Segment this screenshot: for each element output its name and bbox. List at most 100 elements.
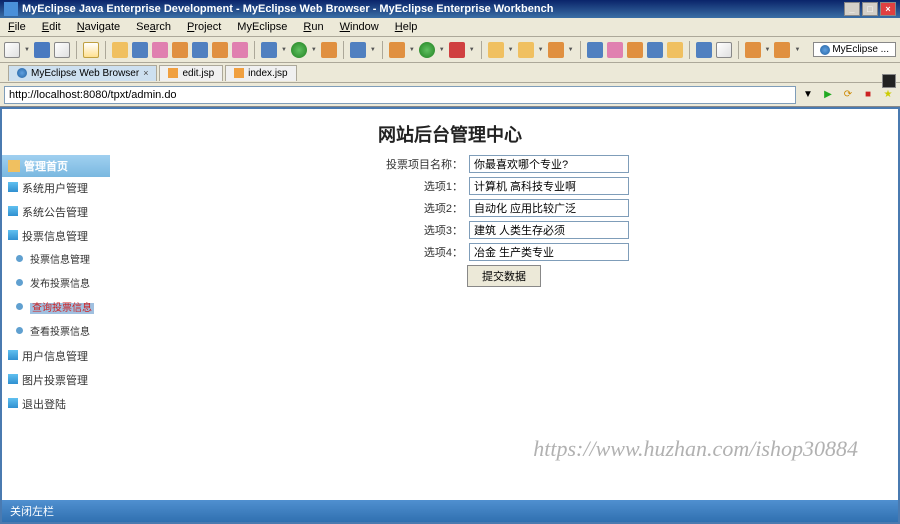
sidebar-sub-vote-manage[interactable]: 投票信息管理 <box>2 249 110 273</box>
menu-help[interactable]: Help <box>391 20 422 34</box>
dropdown-arrow-icon[interactable]: ▼ <box>538 47 544 53</box>
main-form: 投票项目名称： 选项1： 选项2： 选项3： 选项4： 提交数据 <box>110 155 898 417</box>
tab-label: edit.jsp <box>182 68 214 79</box>
close-button[interactable]: × <box>880 2 896 16</box>
run-server-icon[interactable] <box>291 42 307 58</box>
sidebar-item-picvote[interactable]: 图片投票管理 <box>2 369 110 393</box>
dropdown-arrow-icon[interactable]: ▼ <box>439 47 445 53</box>
forward-icon[interactable] <box>774 42 790 58</box>
save-icon[interactable] <box>34 42 50 58</box>
window-title: MyEclipse Java Enterprise Development - … <box>22 3 553 15</box>
sidebar-header[interactable]: 管理首页 <box>2 155 110 177</box>
sidebar-item-logout[interactable]: 退出登陆 <box>2 393 110 417</box>
content-wrap: 管理首页 系统用户管理 系统公告管理 投票信息管理 投票信息管理 发布投票信息 … <box>2 155 898 417</box>
tool-icon[interactable] <box>716 42 732 58</box>
dropdown-arrow-icon[interactable]: ▼ <box>765 47 771 53</box>
save-all-icon[interactable] <box>54 42 70 58</box>
tool-icon[interactable] <box>696 42 712 58</box>
tool-icon[interactable] <box>667 42 683 58</box>
stop-icon[interactable]: ■ <box>860 87 876 103</box>
dropdown-arrow-icon[interactable]: ▼ <box>794 47 800 53</box>
label-option2: 选项2： <box>379 200 469 216</box>
deploy-icon[interactable] <box>261 42 277 58</box>
input-option4[interactable] <box>469 243 629 261</box>
menu-search[interactable]: Search <box>132 20 175 34</box>
sidebar: 管理首页 系统用户管理 系统公告管理 投票信息管理 投票信息管理 发布投票信息 … <box>2 155 110 417</box>
separator <box>481 41 482 59</box>
input-option3[interactable] <box>469 221 629 239</box>
submit-button[interactable]: 提交数据 <box>467 265 541 287</box>
new-icon[interactable] <box>4 42 20 58</box>
tool-icon[interactable] <box>132 42 148 58</box>
input-project-name[interactable] <box>469 155 629 173</box>
sidebar-sub-vote-query[interactable]: 查询投票信息 <box>2 297 110 321</box>
perspective-switcher[interactable]: MyEclipse ... <box>813 42 896 57</box>
input-option2[interactable] <box>469 199 629 217</box>
dropdown-arrow-icon[interactable]: ▼ <box>508 47 514 53</box>
dropdown-arrow-icon[interactable]: ▼ <box>370 47 376 53</box>
go-icon[interactable]: ▶ <box>820 87 836 103</box>
refresh-icon[interactable]: ⟳ <box>840 87 856 103</box>
url-input[interactable] <box>4 86 796 104</box>
menu-edit[interactable]: Edit <box>38 20 65 34</box>
browser-icon[interactable] <box>321 42 337 58</box>
tool-icon[interactable] <box>232 42 248 58</box>
menu-window[interactable]: Window <box>336 20 383 34</box>
tool-icon[interactable] <box>587 42 603 58</box>
sidebar-item-users[interactable]: 系统用户管理 <box>2 177 110 201</box>
separator <box>343 41 344 59</box>
debug-icon[interactable] <box>389 42 405 58</box>
tab-index-jsp[interactable]: index.jsp <box>225 65 296 81</box>
app-icon <box>4 2 18 16</box>
maximize-button[interactable]: □ <box>862 2 878 16</box>
server-icon[interactable] <box>192 42 208 58</box>
jsp-icon <box>168 68 178 78</box>
url-dropdown-icon[interactable]: ▼ <box>800 87 816 103</box>
dropdown-arrow-icon[interactable]: ▼ <box>409 47 415 53</box>
folder-icon[interactable] <box>112 42 128 58</box>
main-toolbar: ▼ ▼ ▼ ▼ ▼ ▼ ▼ ▼ ▼ ▼ ▼ ▼ MyEclipse ... <box>0 37 900 63</box>
tool-icon[interactable] <box>172 42 188 58</box>
dropdown-arrow-icon[interactable]: ▼ <box>281 47 287 53</box>
dropdown-arrow-icon[interactable]: ▼ <box>469 47 475 53</box>
dropdown-arrow-icon[interactable]: ▼ <box>568 47 574 53</box>
tab-label: index.jsp <box>248 68 287 79</box>
sidebar-sub-vote-publish[interactable]: 发布投票信息 <box>2 273 110 297</box>
new-package-icon[interactable] <box>488 42 504 58</box>
input-option1[interactable] <box>469 177 629 195</box>
dropdown-arrow-icon[interactable]: ▼ <box>311 47 317 53</box>
tool-icon[interactable] <box>647 42 663 58</box>
database-icon[interactable] <box>212 42 228 58</box>
tool-icon[interactable] <box>350 42 366 58</box>
close-icon[interactable]: × <box>143 68 148 78</box>
new-wizard-icon[interactable] <box>83 42 99 58</box>
back-icon[interactable] <box>745 42 761 58</box>
footer-bar[interactable]: 关闭左栏 <box>2 500 898 522</box>
maximize-editor-icon[interactable] <box>882 74 896 88</box>
stop-icon[interactable] <box>449 42 465 58</box>
tool-icon[interactable] <box>607 42 623 58</box>
menu-navigate[interactable]: Navigate <box>73 20 124 34</box>
sidebar-item-vote[interactable]: 投票信息管理 <box>2 225 110 249</box>
page-title: 网站后台管理中心 <box>2 109 898 155</box>
menu-run[interactable]: Run <box>299 20 327 34</box>
dropdown-arrow-icon[interactable]: ▼ <box>24 47 30 53</box>
tool-icon[interactable] <box>152 42 168 58</box>
tab-edit-jsp[interactable]: edit.jsp <box>159 65 223 81</box>
menu-file[interactable]: FFileile <box>4 20 30 34</box>
favorite-icon[interactable]: ★ <box>880 87 896 103</box>
tool-icon[interactable] <box>548 42 564 58</box>
menu-myeclipse[interactable]: MyEclipse <box>233 20 291 34</box>
tab-browser[interactable]: MyEclipse Web Browser × <box>8 65 157 81</box>
menu-project[interactable]: Project <box>183 20 225 34</box>
label-option1: 选项1： <box>379 178 469 194</box>
tab-label: MyEclipse Web Browser <box>31 68 139 79</box>
sidebar-sub-vote-view[interactable]: 查看投票信息 <box>2 321 110 345</box>
tool-icon[interactable] <box>518 42 534 58</box>
menubar: FFileile Edit Navigate Search Project My… <box>0 18 900 37</box>
tool-icon[interactable] <box>627 42 643 58</box>
run-icon[interactable] <box>419 42 435 58</box>
sidebar-item-notice[interactable]: 系统公告管理 <box>2 201 110 225</box>
minimize-button[interactable]: _ <box>844 2 860 16</box>
sidebar-item-userinfo[interactable]: 用户信息管理 <box>2 345 110 369</box>
